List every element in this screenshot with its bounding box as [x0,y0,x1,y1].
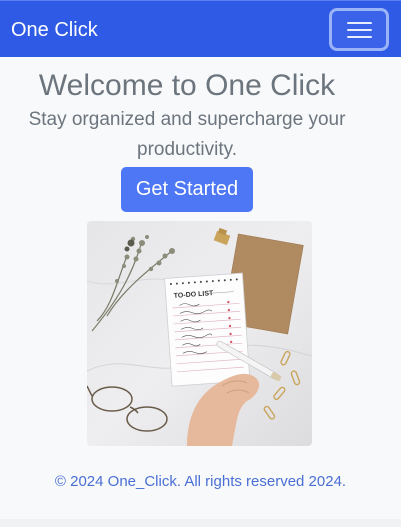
hamburger-menu-icon-bar [347,36,372,38]
hero-title: Welcome to One Click [38,69,336,102]
hero-subtitle: Stay organized and supercharge your prod… [28,109,346,160]
navbar: One Click [0,0,401,57]
menu-toggle-button[interactable] [329,8,389,51]
footer-copyright: © 2024 One_Click. All rights reserved 20… [54,473,347,490]
get-started-button[interactable]: Get Started [121,167,253,212]
todo-list-photo: TO-DO LIST [87,221,312,446]
hero-image: TO-DO LIST [87,221,312,446]
bottom-divider [0,519,401,527]
brand-name[interactable]: One Click [11,18,98,42]
hamburger-menu-icon-bar [347,29,372,31]
hamburger-menu-icon [347,22,372,24]
